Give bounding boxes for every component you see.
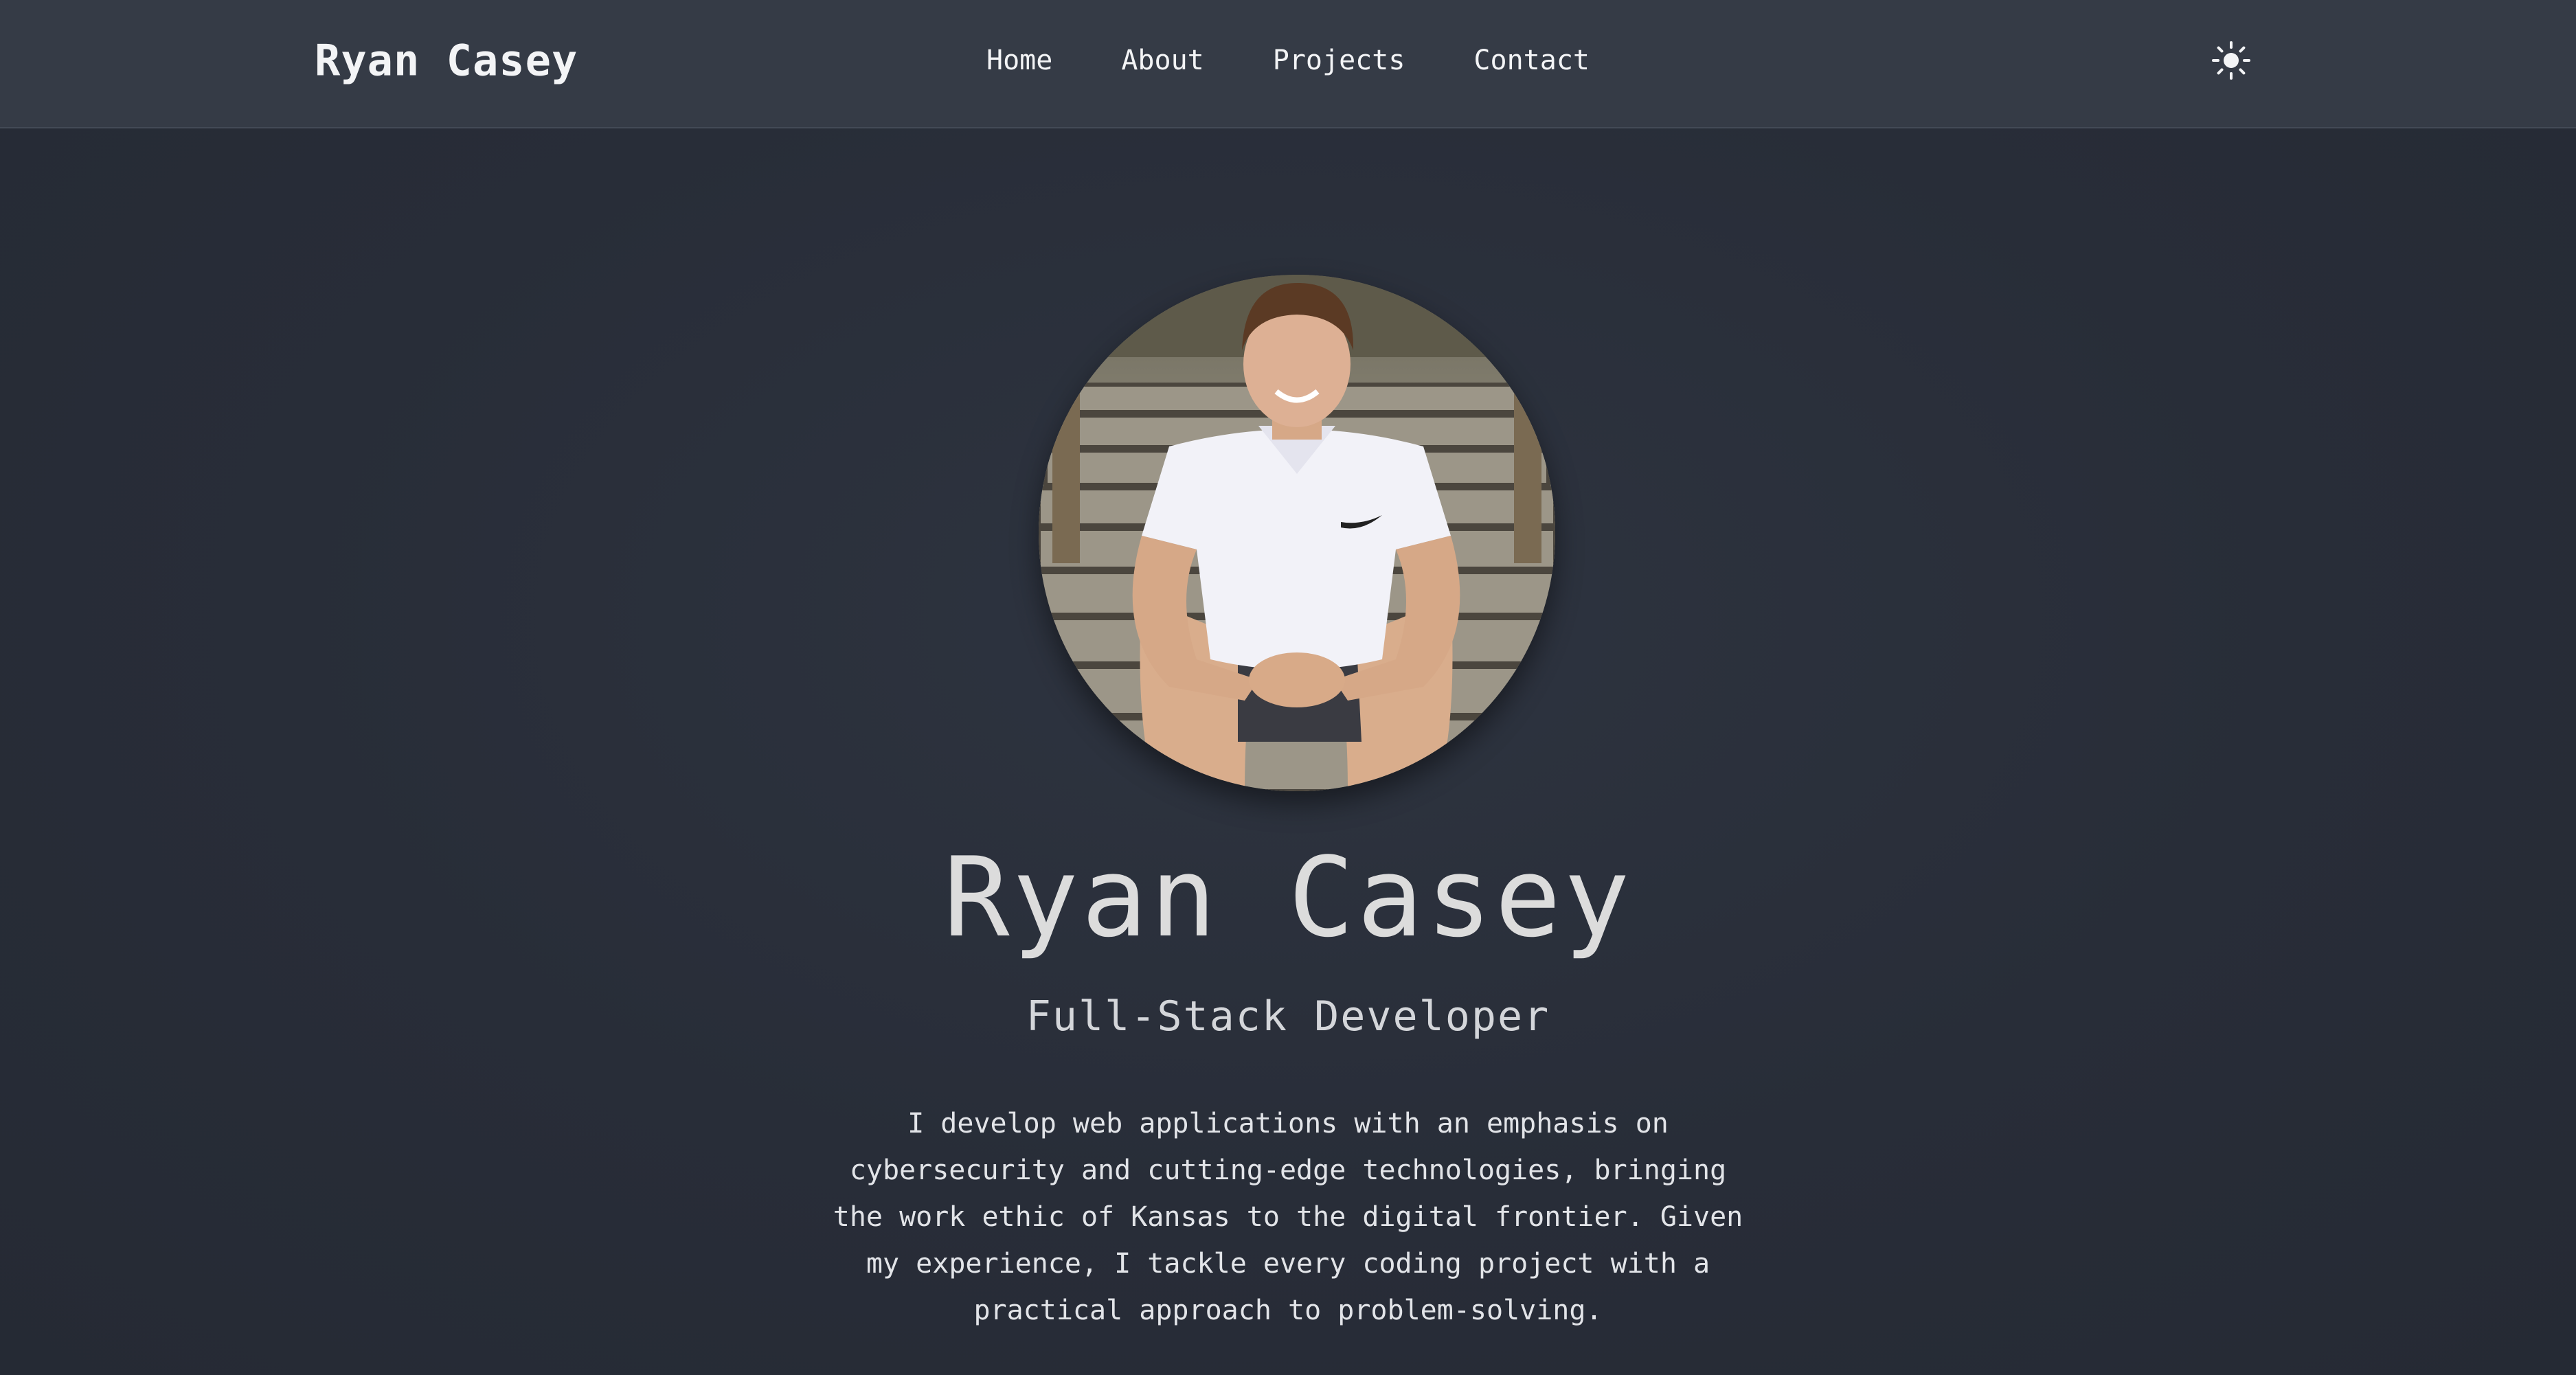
hero-section: Ryan Casey Full-Stack Developer I develo…: [0, 128, 2576, 1375]
nav-link-home[interactable]: Home: [986, 45, 1052, 76]
hero-role: Full-Stack Developer: [1026, 992, 1550, 1041]
main-nav: Home About Projects Contact: [0, 45, 2576, 76]
nav-link-projects[interactable]: Projects: [1273, 45, 1405, 76]
profile-photo: [1039, 275, 1555, 791]
sun-icon: [2212, 41, 2250, 80]
profile-photo-image: [1039, 275, 1555, 791]
navbar: Ryan Casey Home About Projects Contact: [0, 0, 2576, 128]
nav-link-contact[interactable]: Contact: [1473, 45, 1590, 76]
hero-name: Ryan Casey: [943, 833, 1633, 962]
hero-bio: I develop web applications with an empha…: [833, 1108, 1743, 1326]
nav-link-about[interactable]: About: [1121, 45, 1204, 76]
theme-toggle-button[interactable]: [2211, 40, 2252, 81]
